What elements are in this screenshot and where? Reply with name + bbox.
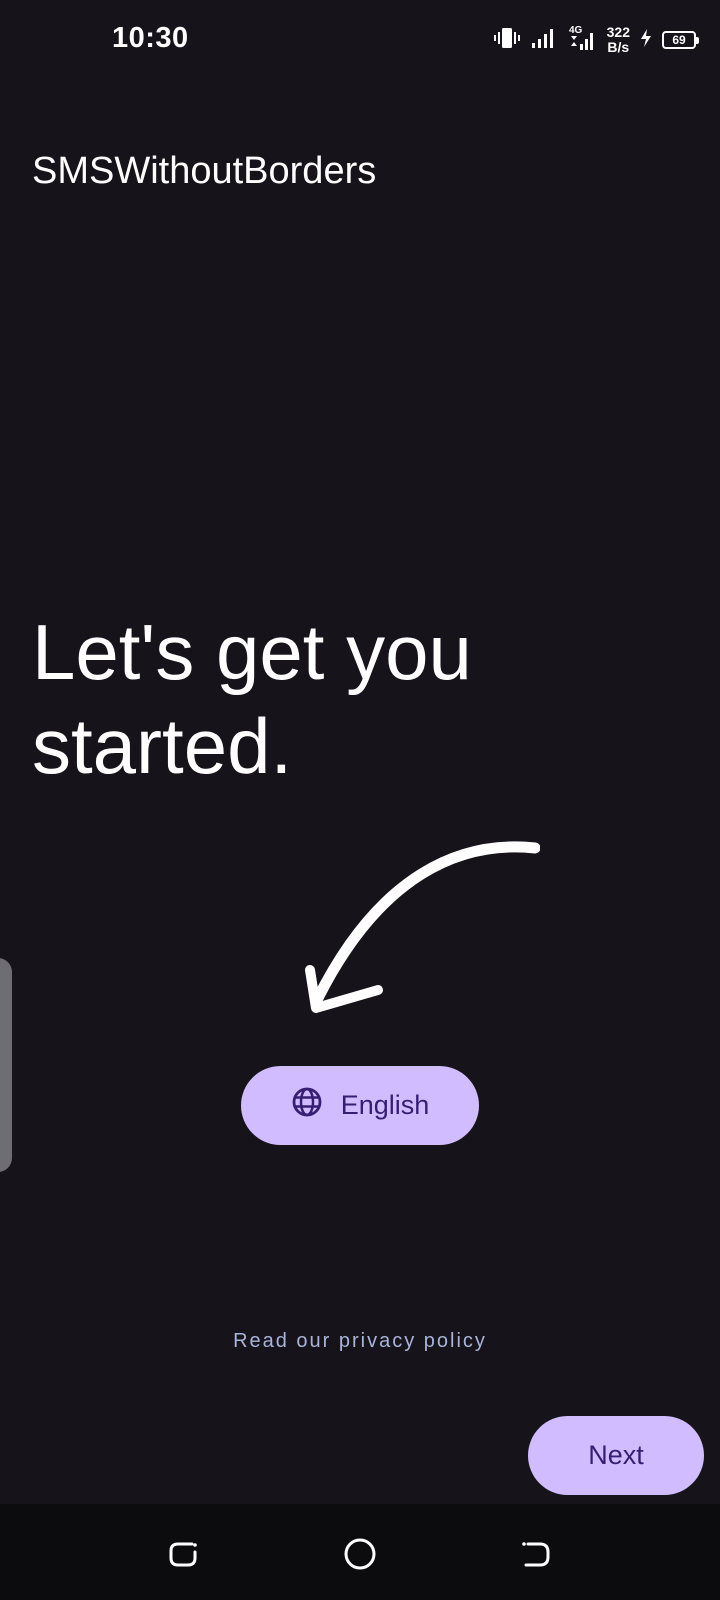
- back-icon[interactable]: [518, 1536, 554, 1572]
- next-button[interactable]: Next: [528, 1416, 704, 1495]
- onboarding-screen: 10:30 4G 322 B/s 69 SMSWithoutBorders Le…: [0, 0, 720, 1600]
- recents-icon[interactable]: [166, 1536, 202, 1572]
- signal-icon: [531, 27, 557, 54]
- home-icon[interactable]: [342, 1536, 378, 1572]
- globe-icon: [291, 1086, 323, 1125]
- arrow-icon: [305, 841, 540, 1013]
- language-button[interactable]: English: [241, 1066, 479, 1145]
- status-bar: 10:30 4G 322 B/s 69: [0, 0, 720, 80]
- net-speed-value: 322: [606, 24, 630, 40]
- signal-4g-icon: 4G: [567, 24, 597, 57]
- navigation-bar: [0, 1504, 720, 1600]
- privacy-policy-link[interactable]: Read our privacy policy: [0, 1330, 720, 1353]
- app-title: SMSWithoutBorders: [32, 150, 377, 192]
- edge-panel-handle[interactable]: [0, 958, 12, 1172]
- net-speed-unit: B/s: [607, 39, 630, 55]
- network-type: 4G: [569, 25, 583, 36]
- vibrate-icon: [493, 27, 521, 54]
- battery-level: 69: [672, 33, 686, 47]
- onboarding-headline: Let's get you started.: [32, 608, 472, 790]
- battery-icon: 69: [662, 31, 699, 49]
- status-time: 10:30: [112, 22, 189, 54]
- language-button-label: English: [340, 1090, 430, 1120]
- status-icons: 4G 322 B/s 69: [493, 22, 699, 58]
- net-speed: 322 B/s: [607, 25, 630, 55]
- charging-icon: [640, 28, 652, 53]
